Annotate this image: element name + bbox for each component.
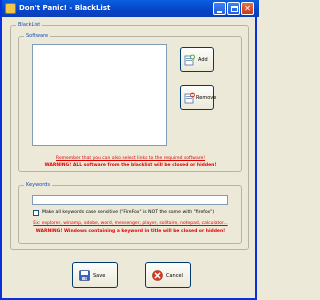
- window-title: Don't Panic! - BlackList: [19, 4, 111, 12]
- software-warning: WARNING! ALL software from the blacklist…: [44, 163, 217, 168]
- keywords-input[interactable]: [32, 195, 228, 205]
- add-button[interactable]: Add: [180, 47, 214, 72]
- software-group-label: Software: [24, 33, 51, 39]
- save-button-label: Save: [93, 273, 106, 279]
- add-button-label: Add: [198, 57, 208, 63]
- save-button[interactable]: Save: [72, 262, 118, 288]
- blacklist-group-label: BlackList: [16, 22, 43, 28]
- links-hint: Remember that you can also select links …: [55, 156, 206, 161]
- minimize-icon: [217, 11, 222, 13]
- cancel-button-label: Cancel: [166, 273, 183, 279]
- remove-button[interactable]: Remove: [180, 85, 217, 110]
- minimize-button[interactable]: [213, 2, 226, 15]
- cancel-button[interactable]: Cancel: [145, 262, 191, 288]
- keywords-group-label: Keywords: [24, 182, 52, 188]
- add-icon: [184, 54, 195, 66]
- keywords-example: Ex: explorer, winamp, adobe, word, messe…: [33, 221, 228, 226]
- keywords-warning: WARNING! Windows containing a keyword in…: [35, 229, 226, 234]
- close-icon: ✕: [244, 4, 251, 13]
- cancel-icon: [152, 270, 163, 281]
- case-sensitive-label: Make all keywords case sensitive ("FireF…: [42, 210, 215, 215]
- blacklist-window: Don't Panic! - BlackList ✕ BlackList Sof…: [0, 0, 259, 300]
- close-button[interactable]: ✕: [241, 2, 254, 15]
- remove-icon: [184, 92, 195, 104]
- software-list[interactable]: [32, 44, 167, 146]
- maximize-icon: [231, 6, 238, 12]
- case-sensitive-checkbox[interactable]: [33, 210, 39, 216]
- app-icon: [5, 3, 16, 14]
- title-bar[interactable]: Don't Panic! - BlackList ✕: [2, 0, 259, 17]
- remove-button-label: Remove: [196, 95, 217, 101]
- save-icon: [79, 270, 90, 281]
- maximize-button[interactable]: [227, 2, 240, 15]
